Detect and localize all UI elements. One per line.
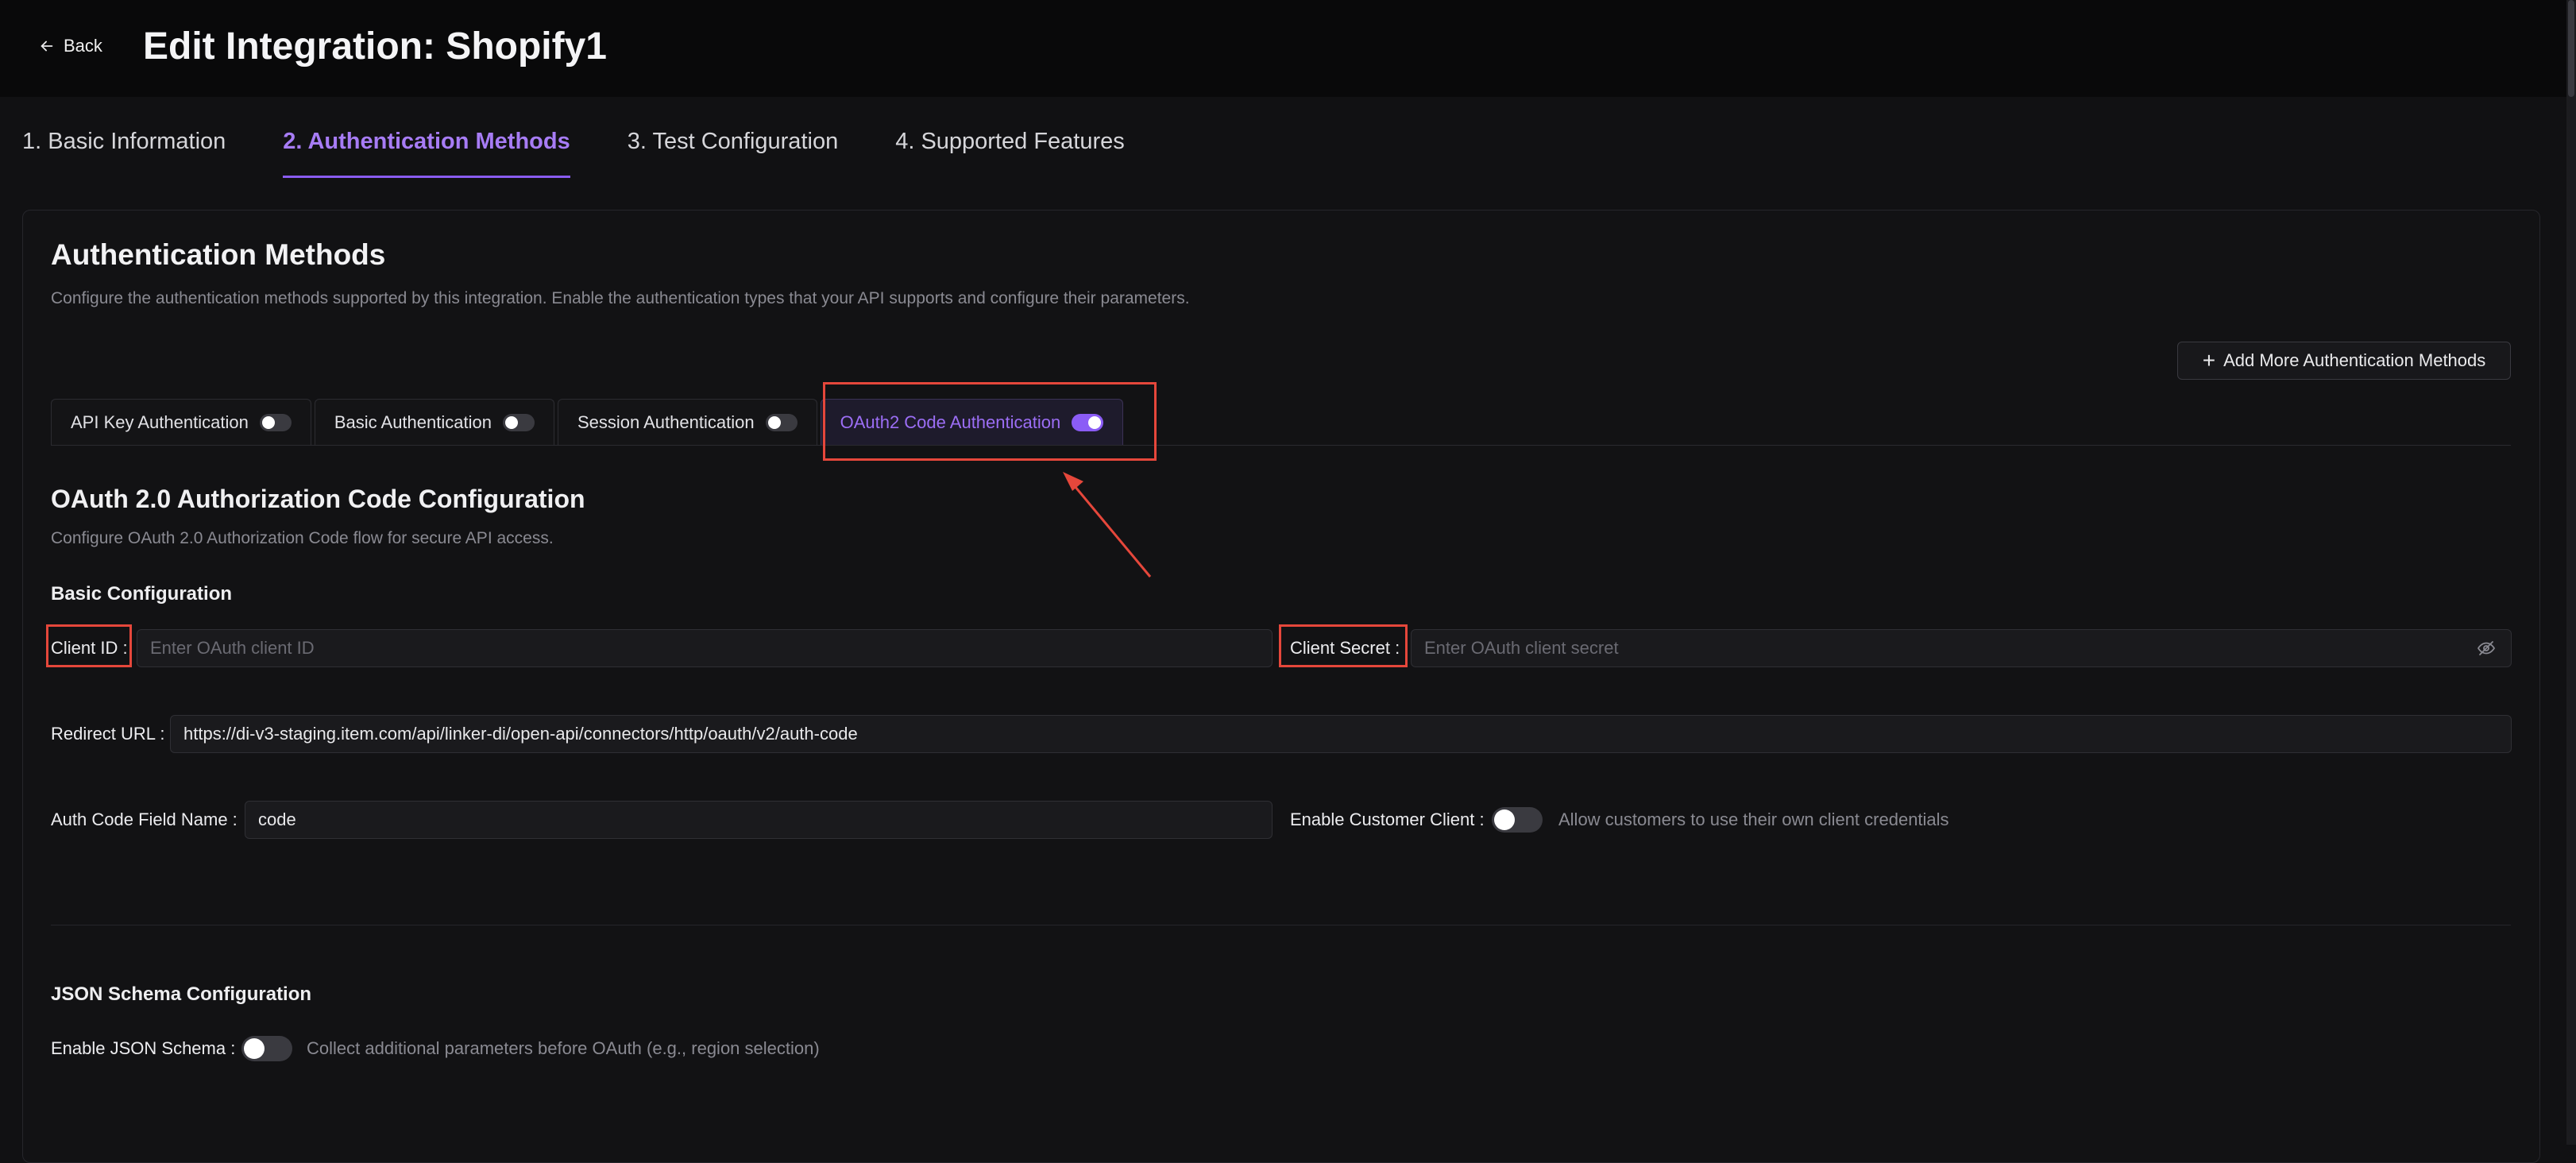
step-supported-features[interactable]: 4. Supported Features xyxy=(895,122,1125,172)
oauth-config-description: Configure OAuth 2.0 Authorization Code f… xyxy=(51,529,554,547)
auth-code-field-label: Auth Code Field Name : xyxy=(51,809,238,829)
eye-off-icon[interactable] xyxy=(2477,639,2496,658)
tab-label: API Key Authentication xyxy=(71,411,249,432)
tab-label: OAuth2 Code Authentication xyxy=(840,411,1061,432)
tab-basic-auth[interactable]: Basic Authentication xyxy=(314,399,554,445)
client-secret-input[interactable] xyxy=(1411,629,2512,667)
redirect-url-label: Redirect URL : xyxy=(51,724,165,744)
tab-label: Session Authentication xyxy=(577,411,755,432)
auth-method-tabs: API Key Authentication Basic Authenticat… xyxy=(51,399,1124,445)
json-schema-hint: Collect additional parameters before OAu… xyxy=(307,1038,820,1058)
redirect-url-input[interactable] xyxy=(170,715,2512,753)
client-id-input[interactable] xyxy=(137,629,1273,667)
step-tabs: 1. Basic Information 2. Authentication M… xyxy=(22,122,1182,178)
step-authentication-methods[interactable]: 2. Authentication Methods xyxy=(283,122,571,178)
scrollbar[interactable] xyxy=(2566,0,2576,1145)
plus-icon: + xyxy=(2202,348,2216,373)
json-schema-label: Enable JSON Schema : xyxy=(51,1038,236,1058)
api-key-toggle[interactable] xyxy=(259,413,292,431)
section-description: Configure the authentication methods sup… xyxy=(51,289,1190,307)
tab-session-auth[interactable]: Session Authentication xyxy=(557,399,817,445)
step-test-configuration[interactable]: 3. Test Configuration xyxy=(628,122,838,172)
json-schema-title: JSON Schema Configuration xyxy=(51,983,312,1005)
basic-config-label: Basic Configuration xyxy=(51,583,233,605)
back-label: Back xyxy=(64,36,102,56)
basic-auth-toggle[interactable] xyxy=(502,413,535,431)
client-secret-label: Client Secret : xyxy=(1290,638,1400,658)
top-bar: Back Edit Integration: Shopify1 xyxy=(0,0,2576,97)
arrow-left-icon xyxy=(41,41,53,52)
customer-client-hint: Allow customers to use their own client … xyxy=(1558,809,1949,829)
tab-label: Basic Authentication xyxy=(334,411,492,432)
customer-client-label: Enable Customer Client : xyxy=(1290,809,1485,829)
oauth-config-title: OAuth 2.0 Authorization Code Configurati… xyxy=(51,485,585,513)
section-title: Authentication Methods xyxy=(51,238,386,271)
add-auth-method-label: Add More Authentication Methods xyxy=(2223,350,2486,370)
page-title: Edit Integration: Shopify1 xyxy=(143,25,607,68)
tab-oauth2-code-auth[interactable]: OAuth2 Code Authentication xyxy=(820,399,1124,445)
tab-api-key-auth[interactable]: API Key Authentication xyxy=(51,399,311,445)
customer-client-toggle[interactable] xyxy=(1492,807,1543,833)
session-auth-toggle[interactable] xyxy=(765,413,798,431)
json-schema-toggle[interactable] xyxy=(241,1036,292,1061)
scrollbar-thumb[interactable] xyxy=(2568,0,2574,97)
client-id-label: Client ID : xyxy=(51,638,128,658)
oauth2-toggle[interactable] xyxy=(1072,413,1104,431)
back-button[interactable]: Back xyxy=(38,32,102,60)
annotation-arrow-icon xyxy=(1063,472,1152,578)
tabs-divider xyxy=(51,445,2511,446)
auth-code-field-input[interactable] xyxy=(245,801,1273,839)
add-auth-method-button[interactable]: + Add More Authentication Methods xyxy=(2177,342,2511,380)
auth-methods-card xyxy=(22,210,2540,1163)
step-basic-information[interactable]: 1. Basic Information xyxy=(22,122,226,172)
